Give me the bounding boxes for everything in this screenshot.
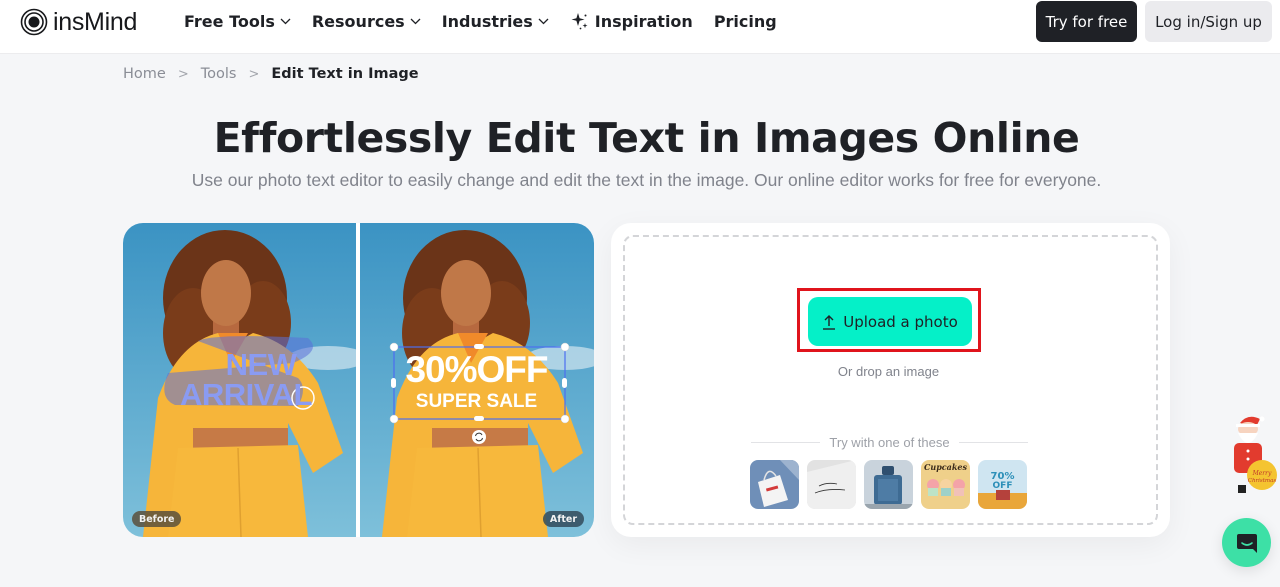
after-text-super-sale: SUPER SALE xyxy=(415,391,538,412)
samples-divider: Try with one of these xyxy=(751,433,1028,451)
logo-spiral-icon xyxy=(20,8,48,36)
chevron-down-icon xyxy=(280,18,291,24)
breadcrumb-current: Edit Text in Image xyxy=(271,66,419,82)
nav-inspiration-label: Inspiration xyxy=(594,11,693,31)
after-image: 30%OFF SUPER SALE After xyxy=(360,223,594,537)
autumn-sale-thumbnail: 70% OFF xyxy=(978,460,1027,509)
page-subtitle: Use our photo text editor to easily chan… xyxy=(191,170,1102,190)
christmas-santa-decoration[interactable]: Merry Christmas xyxy=(1226,413,1278,495)
sample-card-script[interactable] xyxy=(807,460,856,509)
main-nav: Free Tools Resources Industries Inspirat… xyxy=(184,0,798,42)
before-after-demo: NEW ARRIVAL Before 30%OFF SUPER SALE Aft… xyxy=(123,223,594,537)
before-image: NEW ARRIVAL Before xyxy=(123,223,356,537)
samples-label: Try with one of these xyxy=(829,434,950,450)
sparkle-icon xyxy=(571,13,588,30)
top-navbar: insMind Free Tools Resources Industries … xyxy=(0,0,1280,54)
before-label: Before xyxy=(132,511,182,527)
after-text-30-off: 30%OFF xyxy=(405,349,548,390)
drop-hint: Or drop an image xyxy=(837,364,940,379)
divider-line xyxy=(751,441,821,443)
chevron-down-icon xyxy=(538,18,549,24)
sample-images: Cupcakes 70% OFF xyxy=(750,460,1035,509)
breadcrumb-separator: > xyxy=(177,66,189,82)
upload-arrow-icon xyxy=(823,314,836,330)
breadcrumb: Home > Tools > Edit Text in Image xyxy=(123,66,419,82)
card-script-thumbnail xyxy=(807,460,856,509)
perfume-thumbnail xyxy=(864,460,913,509)
breadcrumb-home[interactable]: Home xyxy=(123,66,166,82)
sample-cupcakes[interactable]: Cupcakes xyxy=(921,460,970,509)
nav-free-tools-label: Free Tools xyxy=(184,11,275,31)
try-for-free-button[interactable]: Try for free xyxy=(1036,1,1137,42)
nav-resources-label: Resources xyxy=(311,11,405,31)
sample-tote-bag[interactable] xyxy=(750,460,799,509)
breadcrumb-tools[interactable]: Tools xyxy=(201,66,237,82)
nav-free-tools[interactable]: Free Tools xyxy=(184,12,291,31)
logo-text: insMind xyxy=(53,7,138,36)
page-title: Effortlessly Edit Text in Images Online xyxy=(213,114,1080,162)
nav-pricing-label: Pricing xyxy=(713,11,777,31)
nav-inspiration[interactable]: Inspiration xyxy=(570,11,693,31)
svg-text:Merry: Merry xyxy=(1252,470,1272,477)
svg-text:OFF: OFF xyxy=(993,481,1013,491)
nav-pricing[interactable]: Pricing xyxy=(714,12,777,31)
cupcakes-thumbnail: Cupcakes xyxy=(921,460,970,509)
nav-resources[interactable]: Resources xyxy=(312,12,421,31)
sample-autumn-sale[interactable]: 70% OFF xyxy=(978,460,1027,509)
upload-card: Upload a photo Or drop an image Try with… xyxy=(611,223,1170,537)
upload-photo-label: Upload a photo xyxy=(843,312,958,331)
chat-bubble-icon xyxy=(1236,533,1257,553)
nav-industries[interactable]: Industries xyxy=(442,12,549,31)
tote-bag-thumbnail xyxy=(750,460,799,509)
before-text-arrival: ARRIVAL xyxy=(180,377,312,412)
divider-line xyxy=(958,441,1028,443)
breadcrumb-separator: > xyxy=(248,66,260,82)
chat-support-button[interactable] xyxy=(1222,518,1271,567)
after-label: After xyxy=(542,511,584,527)
chevron-down-icon xyxy=(410,18,421,24)
logo[interactable]: insMind xyxy=(20,7,137,37)
sample-perfume[interactable] xyxy=(864,460,913,509)
upload-photo-button[interactable]: Upload a photo xyxy=(808,297,972,346)
svg-text:Cupcakes: Cupcakes xyxy=(924,462,967,472)
svg-text:Christmas: Christmas xyxy=(1248,478,1277,484)
login-signup-button[interactable]: Log in/Sign up xyxy=(1145,1,1272,42)
nav-industries-label: Industries xyxy=(441,11,533,31)
